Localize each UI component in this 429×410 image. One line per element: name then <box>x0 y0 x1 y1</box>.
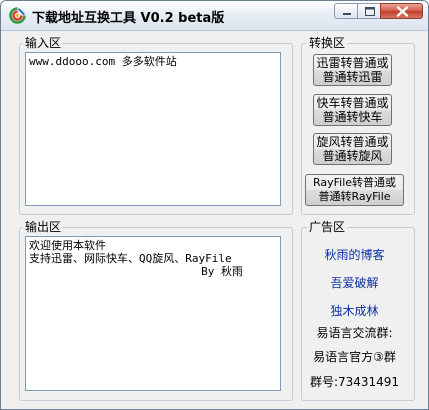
flashget-convert-line1: 快车转普通或 <box>316 96 389 110</box>
window-title: 下载地址互换工具 V0.2 beta版 <box>32 11 225 26</box>
maximize-button[interactable] <box>357 3 381 19</box>
minimize-icon <box>343 13 351 15</box>
output-textarea[interactable]: 欢迎使用本软件 支持迅雷、网际快车、QQ旋风、RayFile By 秋雨 <box>25 236 281 391</box>
output-group-label: 输出区 <box>23 220 64 234</box>
minimize-button[interactable] <box>334 3 358 19</box>
qqxuanfeng-convert-line1: 旋风转普通或 <box>316 135 389 149</box>
xunlei-convert-line1: 迅雷转普通或 <box>316 56 389 70</box>
app-window: 下载地址互换工具 V0.2 beta版 输入区 www.ddooo.com 多多… <box>0 0 429 410</box>
ad-link-qiuyu-blog[interactable]: 秋雨的博客 <box>305 246 404 263</box>
rayfile-convert-line1: RayFile转普通或 <box>312 176 397 189</box>
rayfile-convert-button[interactable]: RayFile转普通或 普通转RayFile <box>305 174 404 206</box>
input-textarea[interactable]: www.ddooo.com 多多软件站 <box>25 52 281 206</box>
ad-text-group-number: 群号:73431491 <box>309 375 400 389</box>
maximize-icon <box>365 7 375 16</box>
rayfile-convert-line2: 普通转RayFile <box>318 190 391 203</box>
xunlei-convert-line2: 普通转迅雷 <box>322 70 383 84</box>
qqxuanfeng-convert-button[interactable]: 旋风转普通或 普通转旋风 <box>313 133 392 165</box>
flashget-convert-button[interactable]: 快车转普通或 普通转快车 <box>313 94 392 126</box>
ad-link-dumuchenglin[interactable]: 独木成林 <box>305 302 404 319</box>
app-icon <box>9 7 26 24</box>
input-group-label: 输入区 <box>23 36 64 50</box>
xunlei-convert-button[interactable]: 迅雷转普通或 普通转迅雷 <box>313 54 392 86</box>
ad-group-label: 广告区 <box>307 220 348 234</box>
title-bar[interactable]: 下载地址互换工具 V0.2 beta版 <box>1 1 428 31</box>
close-icon <box>396 6 409 17</box>
ad-text-group-name: 易语言官方③群 <box>313 350 396 364</box>
qqxuanfeng-convert-line2: 普通转旋风 <box>322 149 383 163</box>
convert-group-label: 转换区 <box>307 36 348 50</box>
ad-link-52pojie[interactable]: 吾爱破解 <box>305 274 404 291</box>
close-button[interactable] <box>380 3 423 19</box>
flashget-convert-line2: 普通转快车 <box>322 110 383 124</box>
ad-text-group-title: 易语言交流群: <box>316 326 393 340</box>
